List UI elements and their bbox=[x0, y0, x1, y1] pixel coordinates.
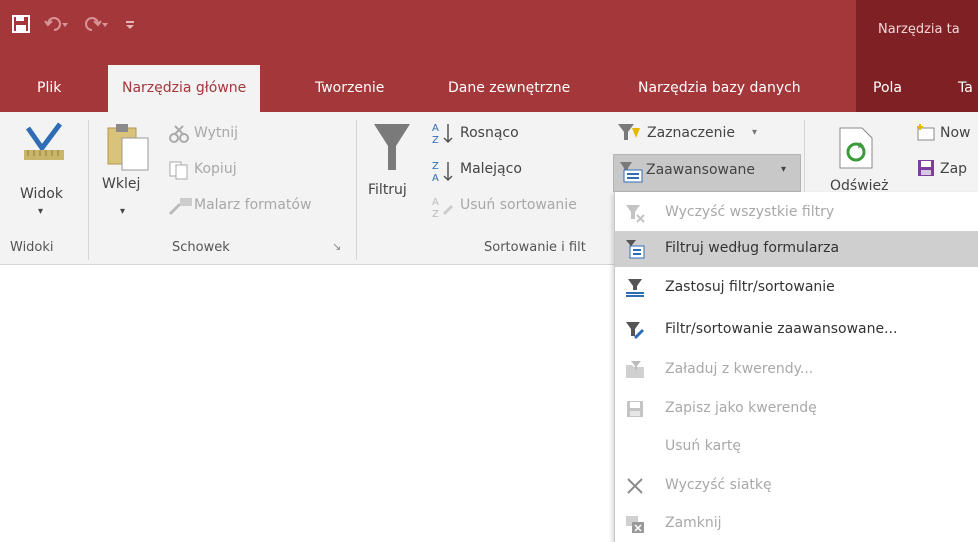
remove-sort-button[interactable]: Usuń sortowanie bbox=[460, 197, 577, 213]
menu-item-apply-filter-sort[interactable]: Zastosuj filtr/sortowanie bbox=[615, 270, 978, 306]
copy-icon[interactable] bbox=[168, 160, 190, 180]
group-label-sort-filter: Sortowanie i filt bbox=[484, 240, 586, 255]
filter-button[interactable]: Filtruj bbox=[368, 182, 407, 198]
advanced-filter-icon[interactable] bbox=[618, 160, 644, 184]
tab-dane-zewnetrzne[interactable]: Dane zewnętrzne bbox=[448, 80, 570, 96]
paste-icon[interactable] bbox=[104, 122, 152, 172]
tab-narzedzia-glowne[interactable]: Narzędzia główne bbox=[108, 65, 261, 112]
paste-button[interactable]: Wklej bbox=[102, 176, 140, 192]
sort-ascending-button[interactable]: Rosnąco bbox=[460, 125, 519, 141]
group-label-schowek: Schowek bbox=[172, 240, 230, 255]
advanced-button[interactable]: Zaawansowane bbox=[646, 162, 755, 178]
contextual-tools-title: Narzędzia ta bbox=[878, 22, 960, 37]
menu-item-label: Filtruj według formularza bbox=[665, 240, 840, 256]
menu-item-label: Filtr/sortowanie zaawansowane... bbox=[665, 321, 898, 337]
menu-item-label: Zastosuj filtr/sortowanie bbox=[665, 279, 835, 295]
menu-item-label: Zamknij bbox=[665, 515, 722, 531]
quick-access-toolbar bbox=[12, 10, 150, 38]
clear-filters-icon bbox=[625, 203, 645, 223]
load-from-query-icon bbox=[625, 360, 645, 380]
sort-ascending-icon[interactable]: AZ bbox=[430, 120, 456, 146]
apply-filter-icon bbox=[625, 278, 645, 298]
menu-item-save-as-query[interactable]: Zapisz jako kwerendę bbox=[615, 391, 978, 427]
save-record-icon[interactable] bbox=[916, 158, 936, 178]
view-icon[interactable] bbox=[22, 120, 66, 164]
new-record-button[interactable]: Now bbox=[940, 125, 971, 141]
menu-item-delete-tab[interactable]: Usuń kartę bbox=[615, 429, 978, 465]
menu-item-label: Wyczyść wszystkie filtry bbox=[665, 204, 835, 220]
refresh-button[interactable]: Odśwież bbox=[830, 178, 889, 190]
menu-item-label: Zapisz jako kwerendę bbox=[665, 400, 817, 416]
chevron-down-icon[interactable]: ▾ bbox=[38, 206, 43, 217]
tab-tabela[interactable]: Ta bbox=[958, 80, 973, 96]
selection-icon[interactable] bbox=[616, 122, 642, 142]
advanced-chevron-icon[interactable]: ▾ bbox=[781, 164, 786, 175]
svg-text:Z: Z bbox=[432, 209, 439, 220]
menu-item-label: Wyczyść siatkę bbox=[665, 477, 772, 493]
advanced-filter-sort-icon bbox=[625, 320, 645, 340]
cut-button[interactable]: Wytnij bbox=[194, 125, 238, 141]
group-separator bbox=[88, 120, 89, 260]
menu-item-clear-grid[interactable]: Wyczyść siatkę bbox=[615, 468, 978, 504]
group-separator bbox=[356, 120, 357, 260]
svg-text:Z: Z bbox=[432, 161, 439, 172]
svg-text:A: A bbox=[432, 197, 439, 208]
filter-icon[interactable] bbox=[372, 120, 412, 176]
menu-item-clear-all-filters[interactable]: Wyczyść wszystkie filtry bbox=[615, 195, 978, 231]
svg-text:A: A bbox=[432, 123, 439, 134]
svg-text:Z: Z bbox=[432, 135, 439, 146]
close-icon bbox=[625, 514, 645, 534]
filter-by-form-icon bbox=[625, 239, 645, 259]
svg-text:A: A bbox=[432, 173, 439, 184]
copy-button[interactable]: Kopiuj bbox=[194, 161, 237, 177]
undo-icon[interactable] bbox=[44, 15, 70, 33]
format-painter-icon[interactable] bbox=[168, 196, 194, 216]
format-painter-button[interactable]: Malarz formatów bbox=[194, 197, 311, 213]
dialog-launcher-icon[interactable]: ↘ bbox=[332, 240, 341, 253]
menu-item-load-from-query[interactable]: Załaduj z kwerendy... bbox=[615, 352, 978, 388]
tab-tworzenie[interactable]: Tworzenie bbox=[315, 80, 384, 96]
advanced-filter-menu: Wyczyść wszystkie filtry Filtruj według … bbox=[614, 192, 978, 542]
selection-button[interactable]: Zaznaczenie bbox=[647, 125, 735, 141]
tab-pola[interactable]: Pola bbox=[873, 80, 902, 96]
save-record-button[interactable]: Zap bbox=[940, 161, 967, 177]
menu-item-close[interactable]: Zamknij bbox=[615, 506, 978, 542]
tab-plik[interactable]: Plik bbox=[37, 80, 61, 96]
menu-item-advanced-filter-sort[interactable]: Filtr/sortowanie zaawansowane... bbox=[615, 312, 978, 348]
cut-icon[interactable] bbox=[168, 124, 190, 144]
tab-narzedzia-bazy-danych[interactable]: Narzędzia bazy danych bbox=[638, 80, 801, 96]
refresh-icon[interactable] bbox=[838, 126, 874, 170]
selection-chevron-icon[interactable]: ▾ bbox=[752, 127, 757, 138]
menu-item-label: Załaduj z kwerendy... bbox=[665, 361, 814, 377]
remove-sort-icon[interactable]: AZ bbox=[430, 194, 456, 220]
save-icon[interactable] bbox=[12, 15, 30, 33]
group-label-widoki: Widoki bbox=[10, 240, 54, 255]
clear-grid-icon bbox=[625, 476, 645, 496]
menu-item-label: Usuń kartę bbox=[665, 438, 742, 454]
save-as-query-icon bbox=[625, 399, 645, 419]
redo-icon[interactable] bbox=[84, 15, 110, 33]
paste-chevron-icon[interactable]: ▾ bbox=[120, 206, 125, 217]
view-button[interactable]: Widok bbox=[20, 186, 63, 202]
sort-descending-button[interactable]: Malejąco bbox=[460, 161, 522, 177]
new-record-icon[interactable] bbox=[914, 124, 936, 142]
customize-qat-icon[interactable] bbox=[124, 15, 136, 33]
menu-item-filter-by-form[interactable]: Filtruj według formularza bbox=[615, 231, 978, 267]
sort-descending-icon[interactable]: ZA bbox=[430, 158, 456, 184]
